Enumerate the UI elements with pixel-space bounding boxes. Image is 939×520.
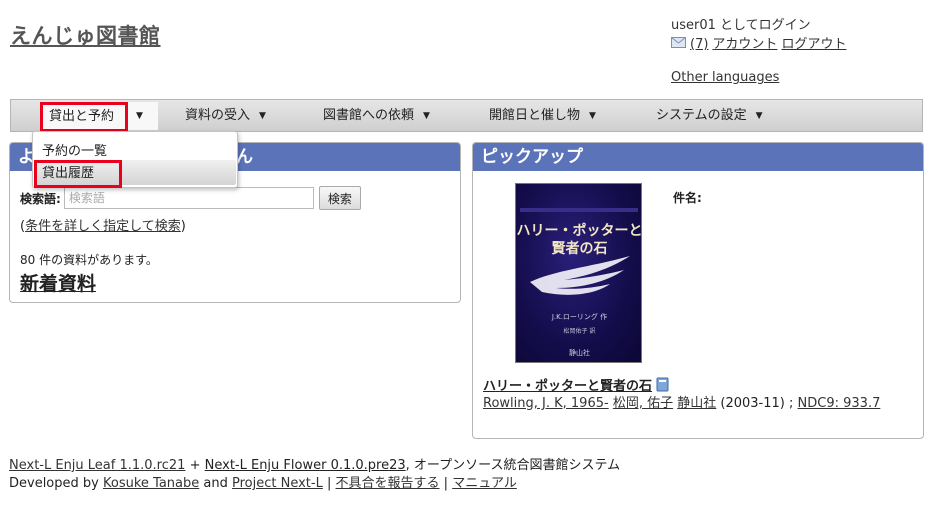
advanced-search: (条件を詳しく指定して検索) bbox=[20, 219, 186, 234]
leaf-link[interactable]: Next-L Enju Leaf 1.1.0.rc21 bbox=[9, 458, 185, 473]
author-link[interactable]: Rowling, J. K, 1965- bbox=[483, 396, 609, 411]
caret-down-icon: ▼ bbox=[755, 111, 763, 121]
meta-separator: ; bbox=[789, 396, 794, 411]
advanced-search-link[interactable]: 条件を詳しく指定して検索 bbox=[25, 219, 181, 234]
nav-item-events[interactable]: 開館日と催し物 ▼ bbox=[489, 100, 596, 131]
nav-item-settings[interactable]: システムの設定 ▼ bbox=[656, 100, 763, 131]
pickup-panel-header: ピックアップ bbox=[473, 143, 923, 171]
nav-item-label: 資料の受入 bbox=[185, 108, 251, 123]
book-cover-image[interactable]: ハリー・ポッターと 賢者の石 J.K.ローリング 作 松岡佑子 訳 静山社 bbox=[515, 183, 642, 363]
other-languages-link[interactable]: Other languages bbox=[671, 70, 779, 85]
book-icon bbox=[656, 377, 669, 392]
main-navbar: 貸出と予約 ▼ 資料の受入 ▼ 図書館への依頼 ▼ 開館日と催し物 ▼ システムの設定… bbox=[10, 99, 923, 132]
menu-item-checkout-history-label: 貸出履歴 bbox=[34, 160, 122, 188]
nav-item-label: 開館日と催し物 bbox=[489, 108, 581, 123]
mail-icon[interactable] bbox=[671, 37, 686, 48]
wing-graphic bbox=[530, 256, 630, 295]
search-row: 検索語: 検索 bbox=[20, 186, 361, 210]
cover-publisher: 静山社 bbox=[569, 349, 590, 357]
footer-tagline: , オープンソース統合図書館システム bbox=[405, 458, 621, 473]
message-count-link[interactable]: (7) bbox=[690, 35, 708, 54]
flower-link[interactable]: Next-L Enju Flower 0.1.0.pre23 bbox=[205, 458, 406, 473]
pickup-panel: ピックアップ ハリー・ポッターと 賢者の石 J.K.ローリング 作 松岡佑子 訳… bbox=[472, 142, 924, 439]
and-text: and bbox=[203, 476, 228, 491]
footer-line2: Developed by Kosuke Tanabe and Project N… bbox=[9, 475, 620, 493]
developed-by-text: Developed by bbox=[9, 476, 99, 491]
account-link[interactable]: アカウント bbox=[712, 35, 777, 54]
footer-separator: | bbox=[326, 476, 332, 491]
cover-translator: 松岡佑子 訳 bbox=[563, 328, 596, 335]
menu-item-reservations[interactable]: 予約の一覧 bbox=[42, 140, 107, 159]
search-button[interactable]: 検索 bbox=[318, 186, 361, 210]
caret-down-icon: ▼ bbox=[259, 111, 266, 121]
translator-link[interactable]: 松岡, 佑子 bbox=[613, 396, 673, 411]
kosuke-link[interactable]: Kosuke Tanabe bbox=[103, 476, 199, 491]
nav-item-requests[interactable]: 図書館への依頼 ▼ bbox=[323, 100, 430, 131]
site-title[interactable]: えんじゅ図書館 bbox=[10, 20, 161, 50]
report-bug-link[interactable]: 不具合を報告する bbox=[336, 476, 440, 491]
manual-link[interactable]: マニュアル bbox=[452, 476, 517, 491]
cover-author: J.K.ローリング 作 bbox=[551, 313, 608, 321]
nav-item-label: 図書館への依頼 bbox=[323, 108, 415, 123]
account-box: user01 としてログイン (7) アカウント ログアウト bbox=[671, 16, 846, 54]
panel-heading-right: ん bbox=[236, 147, 253, 167]
search-input[interactable] bbox=[63, 187, 314, 209]
caret-down-icon: ▼ bbox=[136, 111, 143, 121]
nav-item-lending-label: 貸出と予約 bbox=[40, 102, 128, 132]
caret-down-icon: ▼ bbox=[589, 111, 596, 121]
nav-item-label: システムの設定 bbox=[656, 108, 747, 123]
menu-item-checkout-history[interactable]: 貸出履歴 bbox=[34, 160, 236, 188]
nav-item-lending[interactable]: 貸出と予約 ▼ bbox=[40, 102, 158, 132]
book-meta: Rowling, J. K, 1965- 松岡, 佑子 静山社 (2003-11… bbox=[483, 394, 913, 413]
account-links: (7) アカウント ログアウト bbox=[671, 35, 846, 54]
lending-dropdown-menu: 予約の一覧 貸出履歴 bbox=[32, 131, 238, 188]
pub-date: (2003-11) bbox=[720, 396, 785, 411]
subject-label: 件名: bbox=[673, 191, 702, 205]
login-status: user01 としてログイン bbox=[671, 18, 811, 33]
publisher-link[interactable]: 静山社 bbox=[677, 396, 716, 411]
item-count-text: 80 件の資料があります。 bbox=[20, 253, 158, 267]
book-title: ハリー・ポッターと賢者の石 bbox=[483, 375, 669, 394]
nav-item-acquisition[interactable]: 資料の受入 ▼ bbox=[185, 100, 266, 131]
classification-link[interactable]: NDC9: 933.7 bbox=[798, 396, 881, 411]
caret-down-icon: ▼ bbox=[423, 111, 430, 121]
footer-separator: | bbox=[443, 476, 449, 491]
book-title-link[interactable]: ハリー・ポッターと賢者の石 bbox=[483, 375, 652, 394]
footer-line1: Next-L Enju Leaf 1.1.0.rc21 + Next-L Enj… bbox=[9, 457, 620, 475]
footer: Next-L Enju Leaf 1.1.0.rc21 + Next-L Enj… bbox=[9, 457, 620, 493]
new-items-link[interactable]: 新着資料 bbox=[20, 269, 96, 296]
search-label: 検索語: bbox=[20, 191, 61, 206]
project-next-l-link[interactable]: Project Next-L bbox=[232, 476, 323, 491]
logout-link[interactable]: ログアウト bbox=[781, 35, 846, 54]
footer-plus: + bbox=[189, 458, 201, 473]
